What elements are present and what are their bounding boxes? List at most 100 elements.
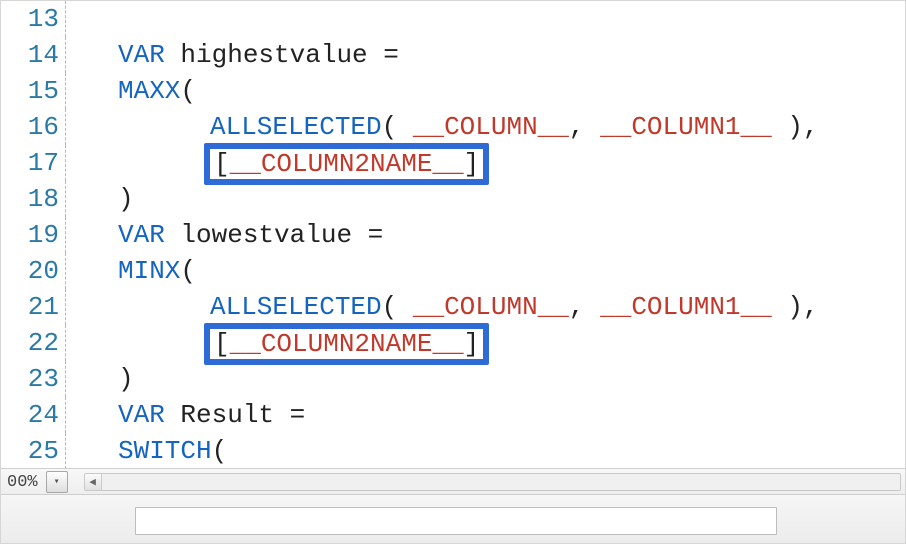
gutter-divider [65, 433, 66, 469]
line-number: 21 [1, 292, 65, 322]
status-bar: 00% ▾ ◀ [1, 468, 905, 495]
code-content[interactable]: VAR highestvalue = [80, 40, 905, 70]
scroll-left-button[interactable]: ◀ [85, 474, 102, 490]
code-token: = [274, 400, 305, 430]
lower-panel [1, 494, 905, 543]
code-token: ) [118, 364, 134, 394]
code-line[interactable]: 23) [1, 361, 905, 397]
code-token: [ [214, 329, 230, 359]
code-token: Result [180, 400, 274, 430]
code-line[interactable]: 21 ALLSELECTED( __COLUMN__, __COLUMN1__ )… [1, 289, 905, 325]
gutter-divider [65, 181, 66, 217]
line-number: 23 [1, 364, 65, 394]
code-token: MAXX [118, 76, 180, 106]
chevron-down-icon: ▾ [54, 476, 60, 488]
code-content[interactable]: ALLSELECTED( __COLUMN__, __COLUMN1__ ), [80, 112, 905, 142]
code-token: ALLSELECTED [210, 112, 382, 142]
horizontal-scrollbar[interactable]: ◀ [84, 473, 901, 491]
code-content[interactable]: ALLSELECTED( __COLUMN__, __COLUMN1__ ), [80, 292, 905, 322]
code-token: __COLUMN2NAME__ [230, 149, 464, 179]
code-token: lowestvalue [180, 220, 352, 250]
code-token: [ [214, 149, 230, 179]
code-token [165, 220, 181, 250]
gutter-divider [65, 37, 66, 73]
code-token: ] [464, 329, 480, 359]
code-content[interactable]: [__COLUMN2NAME__] [80, 145, 905, 181]
code-token: VAR [118, 220, 165, 250]
gutter-divider [65, 253, 66, 289]
line-number: 17 [1, 148, 65, 178]
code-token: = [352, 220, 383, 250]
code-token: ( [180, 76, 196, 106]
code-token: __COLUMN__ [413, 292, 569, 322]
highlighted-token: [__COLUMN2NAME__] [204, 143, 489, 185]
code-line[interactable]: 14 VAR highestvalue = [1, 37, 905, 73]
line-number: 14 [1, 40, 65, 70]
code-token: ), [772, 292, 819, 322]
gutter-divider [65, 397, 66, 433]
code-content[interactable]: SWITCH( [80, 436, 905, 466]
code-token: ( [212, 436, 228, 466]
gutter-divider [65, 361, 66, 397]
line-number: 13 [1, 4, 65, 34]
code-token: = [368, 40, 415, 70]
code-line[interactable]: 15 MAXX( [1, 73, 905, 109]
code-line[interactable]: 20 MINX( [1, 253, 905, 289]
gutter-divider [65, 217, 66, 253]
code-line[interactable]: 25 SWITCH( [1, 433, 905, 469]
code-content[interactable]: VAR lowestvalue = [80, 220, 905, 250]
code-token [165, 400, 181, 430]
gutter-divider [65, 145, 66, 181]
code-token: __COLUMN__ [413, 112, 569, 142]
code-line[interactable]: 18) [1, 181, 905, 217]
code-token: VAR [118, 400, 165, 430]
code-line[interactable]: 22 [__COLUMN2NAME__] [1, 325, 905, 361]
code-token: __COLUMN1__ [600, 292, 772, 322]
code-token: , [569, 292, 600, 322]
code-line[interactable]: 16 ALLSELECTED( __COLUMN__, __COLUMN1__ )… [1, 109, 905, 145]
gutter-divider [65, 73, 66, 109]
lower-input-field[interactable] [135, 507, 777, 535]
code-token: highestvalue [180, 40, 367, 70]
gutter-divider [65, 109, 66, 145]
code-line[interactable]: 17 [__COLUMN2NAME__] [1, 145, 905, 181]
code-content[interactable]: ) [80, 364, 905, 394]
gutter-divider [65, 289, 66, 325]
code-token: ), [772, 112, 819, 142]
code-token: __COLUMN1__ [600, 112, 772, 142]
line-number: 24 [1, 400, 65, 430]
code-token: , [569, 112, 600, 142]
line-number: 18 [1, 184, 65, 214]
code-token: ) [118, 184, 134, 214]
code-line[interactable]: 19 VAR lowestvalue = [1, 217, 905, 253]
code-token: MINX [118, 256, 180, 286]
code-token: ( [180, 256, 196, 286]
code-token: VAR [118, 40, 165, 70]
line-number: 19 [1, 220, 65, 250]
code-content[interactable]: VAR Result = [80, 400, 905, 430]
code-token: __COLUMN2NAME__ [230, 329, 464, 359]
code-token: ALLSELECTED [210, 292, 382, 322]
code-token: ] [464, 149, 480, 179]
zoom-dropdown-button[interactable]: ▾ [46, 471, 68, 493]
line-number: 25 [1, 436, 65, 466]
code-content[interactable]: MINX( [80, 256, 905, 286]
code-content[interactable]: ) [80, 184, 905, 214]
line-number: 20 [1, 256, 65, 286]
gutter-divider [65, 1, 66, 37]
line-number: 15 [1, 76, 65, 106]
code-token: SWITCH [118, 436, 212, 466]
line-number: 16 [1, 112, 65, 142]
zoom-value: 00% [1, 473, 42, 492]
code-content[interactable]: MAXX( [80, 76, 905, 106]
code-token [165, 40, 181, 70]
code-editor: 1314VAR highestvalue = 15MAXX(16ALLSELEC… [0, 0, 906, 544]
code-content[interactable]: [__COLUMN2NAME__] [80, 325, 905, 361]
code-token: ( [382, 292, 413, 322]
code-token: ( [382, 112, 413, 142]
line-number: 22 [1, 328, 65, 358]
code-line[interactable]: 24 VAR Result = [1, 397, 905, 433]
code-line[interactable]: 13 [1, 1, 905, 37]
code-area[interactable]: 1314VAR highestvalue = 15MAXX(16ALLSELEC… [1, 1, 905, 471]
highlighted-token: [__COLUMN2NAME__] [204, 323, 489, 365]
